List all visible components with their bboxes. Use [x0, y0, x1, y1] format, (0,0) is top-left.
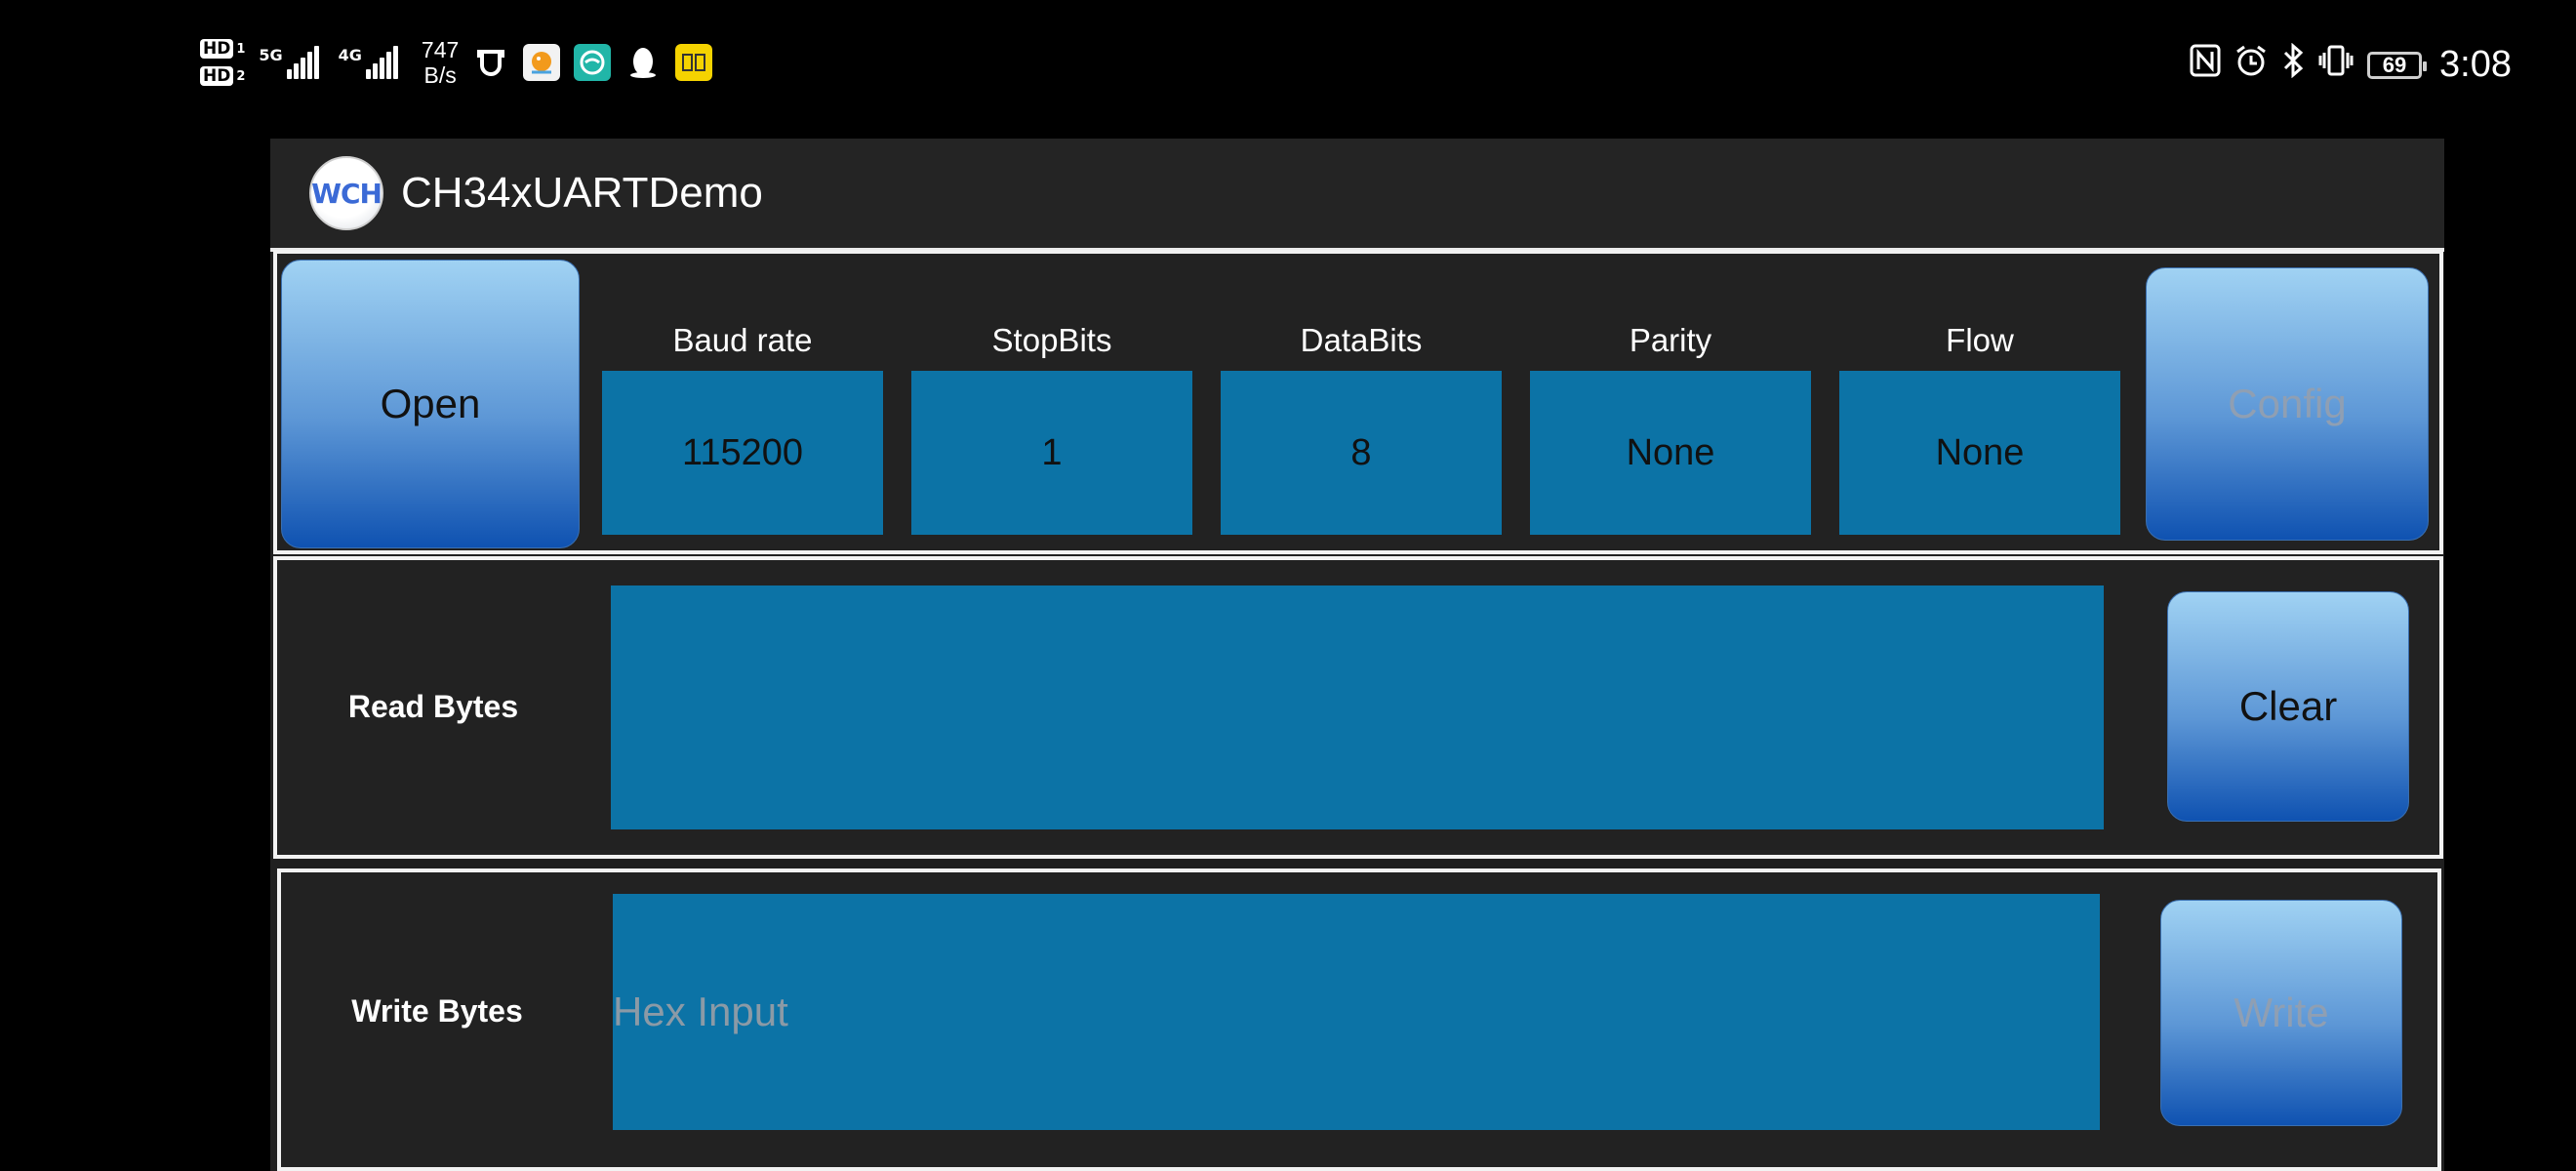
status-bar: HD 1 HD 2 5G 4G 747 B/s 69 3:08	[0, 0, 2576, 137]
signal-bar	[392, 46, 398, 79]
parity-label: Parity	[1629, 322, 1712, 358]
app-title: CH34xUARTDemo	[401, 169, 763, 217]
read-bytes-label: Read Bytes	[347, 689, 519, 724]
signal-bar	[365, 69, 371, 79]
app-green-icon	[574, 44, 612, 81]
network-speed: 747 B/s	[422, 37, 459, 88]
stopbits-select[interactable]: 1	[911, 371, 1192, 535]
hd-icon: HD	[200, 39, 234, 59]
config-panel: Open Baud rate 115200 StopBits 1 DataBit…	[273, 250, 2443, 554]
clock: 3:08	[2439, 44, 2512, 85]
app-window: WCH CH34xUARTDemo Open Baud rate 115200 …	[270, 139, 2444, 1171]
signal-bar	[286, 69, 292, 79]
battery-icon: 69	[2367, 51, 2428, 79]
status-left: HD 1 HD 2 5G 4G 747 B/s	[200, 37, 713, 88]
write-panel: Write Bytes Write	[277, 868, 2441, 1171]
signal-bar	[379, 58, 384, 79]
read-bytes-area[interactable]	[611, 586, 2104, 829]
qq-penguin-icon	[624, 44, 662, 81]
net2-label: 4G	[338, 46, 362, 64]
signal-bar	[372, 63, 378, 79]
net1-label: 5G	[259, 46, 283, 64]
signal-bar	[293, 63, 299, 79]
bluetooth-icon	[2281, 42, 2305, 87]
status-right: 69 3:08	[2190, 42, 2512, 87]
signal-bar	[306, 52, 312, 79]
nfc-icon	[2190, 44, 2221, 86]
sim1-indicator: HD 1	[200, 39, 245, 59]
signal-bar	[300, 58, 305, 79]
config-button[interactable]: Config	[2146, 267, 2429, 541]
databits-select[interactable]: 8	[1221, 371, 1502, 535]
baud-rate-label: Baud rate	[672, 322, 813, 358]
signal-bar	[385, 52, 391, 79]
speed-unit: B/s	[423, 62, 457, 88]
sim1-index: 1	[236, 41, 246, 57]
hd-icon: HD	[200, 66, 234, 86]
sim2-index: 2	[236, 68, 246, 84]
parity-select[interactable]: None	[1530, 371, 1811, 535]
app-yellow-icon	[675, 44, 713, 81]
databits-label: DataBits	[1300, 322, 1423, 358]
alarm-icon	[2234, 44, 2268, 86]
wch-logo-icon: WCH	[309, 156, 383, 230]
app-bird-icon	[523, 44, 561, 81]
signal-icon: 5G	[259, 46, 319, 79]
app-bar: WCH CH34xUARTDemo	[270, 139, 2444, 252]
baud-rate-select[interactable]: 115200	[602, 371, 883, 535]
flow-select[interactable]: None	[1839, 371, 2120, 535]
sim2-indicator: HD 2	[200, 66, 245, 86]
read-panel: Read Bytes Clear	[273, 556, 2443, 859]
vibrate-icon	[2318, 44, 2354, 86]
flow-label: Flow	[1946, 322, 2014, 358]
sim-indicators: HD 1 HD 2	[200, 39, 245, 86]
write-input-area	[613, 894, 2100, 1130]
signal-bar	[313, 46, 319, 79]
clear-button[interactable]: Clear	[2167, 591, 2409, 822]
write-bytes-label: Write Bytes	[351, 993, 523, 1029]
speed-value: 747	[421, 37, 460, 62]
hex-input-field[interactable]	[613, 894, 2100, 1130]
signal-icon: 4G	[339, 46, 398, 79]
stopbits-label: StopBits	[991, 322, 1112, 358]
open-button[interactable]: Open	[281, 260, 580, 548]
app-shield-icon	[472, 44, 509, 81]
write-button[interactable]: Write	[2160, 900, 2402, 1126]
